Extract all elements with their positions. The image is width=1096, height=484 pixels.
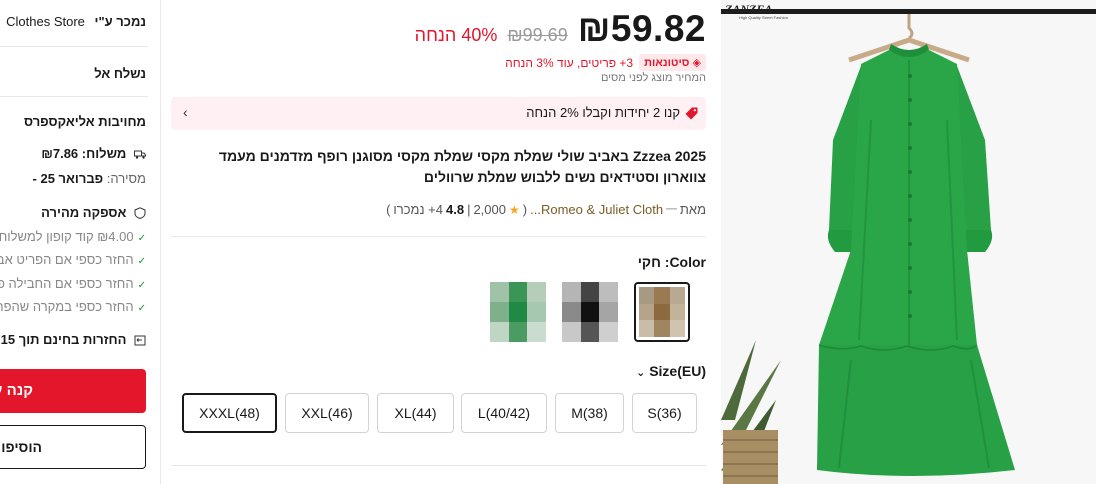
delivery-row: מסירה: פברואר 25 - — [33, 171, 146, 186]
ship-to[interactable]: נשלח אל — [94, 66, 146, 81]
size-option-xl[interactable]: XL(44) — [377, 393, 454, 433]
size-option-m[interactable]: M(38) — [555, 393, 624, 433]
sold-count: 4+ נמכרו — [393, 202, 443, 217]
color-swatch-black[interactable] — [562, 282, 618, 342]
color-label: Color: — [664, 254, 706, 270]
add-to-cart-button[interactable]: הוסיפו לעגלה — [0, 425, 146, 469]
store-name-link[interactable]: Clothes Store — [6, 14, 85, 29]
swatch-thumbnail — [639, 287, 685, 337]
color-value: חקי — [637, 254, 661, 270]
price-line: ₪59.82 ₪99.69 40% הנחה — [415, 8, 706, 50]
color-swatch-khaki[interactable] — [634, 282, 690, 342]
promo-text: קנו 2 יחידות וקבלו 2% הנחה — [526, 105, 680, 120]
size-option-xxl[interactable]: XXL(46) — [285, 393, 369, 433]
store-link[interactable]: Romeo & Juliet Cloth... — [530, 202, 663, 217]
wholesale-text: 3+ פריטים, עוד 3% הנחה — [505, 55, 634, 70]
fast-delivery-row: אספקה מהירה — [41, 205, 146, 220]
benefit-item: ✓החזר כספי אם החבילה פגומה — [0, 276, 146, 291]
seller-panel: נמכר ע"י Clothes Store נשלח אל מחויבות א… — [0, 0, 161, 484]
star-icon: ★ — [509, 202, 520, 217]
check-icon: ✓ — [137, 233, 146, 244]
shipping-label: משלוח: — [81, 146, 127, 161]
aliexpress-commitment: מחויבות אליאקספרס — [24, 114, 146, 129]
rating-value: 4.8 — [445, 202, 465, 217]
size-option-xxxl[interactable]: XXXL(48) — [182, 393, 277, 433]
color-swatch-green[interactable] — [490, 282, 546, 342]
delivery-date: פברואר 25 - — [32, 171, 104, 186]
benefit-item: ✓החזר כספי במקרה שהפריט לא הגיע — [0, 299, 146, 314]
original-price: ₪99.69 — [507, 25, 568, 45]
truck-icon — [134, 150, 146, 159]
wholesale-row: ◈ סיטונאות 3+ פריטים, עוד 3% הנחה — [505, 54, 706, 71]
free-returns-label: החזרות בחינם תוך 15 — [0, 332, 127, 347]
sold-by-row: נמכר ע"י Clothes Store — [6, 14, 146, 29]
chevron-left-icon: ‹ — [183, 104, 188, 120]
divider — [171, 236, 706, 237]
review-count[interactable]: 2,000 — [473, 202, 506, 217]
buy-now-button[interactable]: קנה עכשיו — [0, 369, 146, 413]
discount-label: 40% הנחה — [414, 25, 498, 45]
size-option-l[interactable]: L(40/42) — [461, 393, 547, 433]
check-icon: ✓ — [137, 256, 146, 267]
sold-by-label: נמכר ע"י — [94, 14, 146, 29]
divider — [171, 465, 706, 466]
free-returns-row[interactable]: החזרות בחינם תוך 15 — [1, 332, 146, 347]
product-image[interactable]: ZANZEA High Quality Street Fashion — [721, 0, 1096, 484]
shield-icon — [134, 207, 146, 219]
fast-delivery-label: אספקה מהירה — [41, 205, 127, 220]
store-rating-line: מאת ━━ Romeo & Juliet Cloth... ( ★ 2,000… — [386, 202, 706, 217]
swatch-thumbnail — [490, 282, 546, 342]
benefit-item: ✓החזר כספי אם הפריט אבד — [0, 252, 146, 267]
store-prefix: מאת — [679, 202, 706, 217]
benefit-item: ✓₪4.00 קוד קופון למשלוח מאוחר — [0, 229, 146, 244]
store-logo-icon: ━━ — [666, 204, 677, 214]
brand-tagline: High Quality Street Fashion — [739, 15, 788, 20]
divider — [0, 96, 148, 97]
tag-icon: ◈ — [692, 57, 701, 69]
chevron-down-icon: ⌄ — [636, 367, 646, 379]
current-price: ₪59.82 — [577, 8, 706, 49]
check-icon: ✓ — [137, 303, 146, 314]
size-label-row[interactable]: ⌄ Size(EU) — [636, 363, 706, 379]
tax-note: המחיר מוצג לפני מסים — [600, 72, 706, 84]
delivery-label: מסירה: — [106, 171, 146, 186]
product-info: ₪59.82 ₪99.69 40% הנחה ◈ סיטונאות 3+ פרי… — [171, 0, 706, 484]
promo-banner[interactable]: קנו 2 יחידות וקבלו 2% הנחה ‹ — [171, 97, 706, 130]
check-icon: ✓ — [137, 280, 146, 291]
wholesale-badge: ◈ סיטונאות — [639, 54, 706, 71]
divider — [0, 46, 148, 47]
dress-image — [721, 0, 1096, 484]
size-label: Size(EU) — [649, 363, 706, 379]
color-label-row: Color: חקי — [638, 254, 706, 270]
shipping-price: ₪7.86 — [41, 146, 79, 161]
shipping-row: משלוח: ₪7.86 — [41, 146, 146, 161]
tag-icon — [685, 107, 698, 120]
swatch-thumbnail — [562, 282, 618, 342]
product-title: Zzzea 2025 באביב שולי שמלת מקסי שמלת מקס… — [218, 148, 706, 185]
return-box-icon — [134, 335, 146, 346]
size-option-s[interactable]: S(36) — [632, 393, 697, 433]
